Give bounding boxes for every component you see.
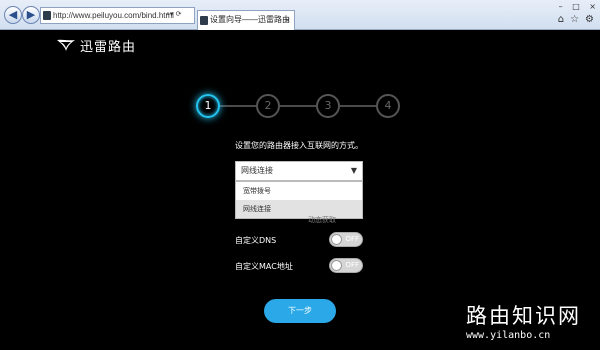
toggle-state: OFF	[345, 235, 359, 243]
back-arrow-icon[interactable]: ◀	[4, 6, 22, 24]
next-step-button[interactable]: 下一步	[264, 299, 336, 323]
minimize-icon[interactable]: –	[559, 2, 563, 11]
step-connector	[340, 105, 376, 107]
select-value: 网线连接	[241, 166, 273, 175]
wizard-steps: 1 2 3 4	[196, 94, 406, 118]
custom-dns-toggle[interactable]: OFF	[329, 232, 363, 247]
dropdown-arrow-icon[interactable]: ▼	[351, 162, 357, 180]
watermark-url: www.yilanbo.cn	[466, 330, 551, 341]
address-tools[interactable]: ⌕▾ ⟳	[166, 7, 182, 22]
option-cable[interactable]: 网线连接	[236, 200, 362, 218]
close-window-icon[interactable]: ×	[589, 2, 596, 11]
step-connector	[280, 105, 316, 107]
tab-title: 设置向导——迅雷路由	[210, 15, 290, 24]
gear-icon[interactable]: ⚙	[585, 14, 594, 25]
step-connector	[220, 105, 256, 107]
toggle-knob	[331, 260, 342, 271]
custom-mac-label: 自定义MAC地址	[235, 262, 293, 271]
toolbar-icons: ⌂ ☆ ⚙	[552, 14, 594, 25]
maximize-icon[interactable]: □	[572, 2, 580, 11]
address-url: http://www.peiluyou.com/bind.html	[53, 11, 174, 20]
star-icon[interactable]: ☆	[570, 14, 579, 25]
connection-type-select[interactable]: 网线连接 ▼	[235, 161, 363, 181]
toggle-state: OFF	[345, 261, 359, 269]
tab-favicon-icon	[200, 16, 208, 25]
browser-tab[interactable]: 设置向导——迅雷路由 ×	[197, 10, 295, 30]
browser-chrome: ◀ ▶ http://www.peiluyou.com/bind.html ⌕▾…	[0, 0, 600, 30]
instruction-text: 设置您的路由器接入互联网的方式。	[235, 141, 363, 150]
connection-type-dropdown: 宽带拨号 网线连接	[235, 181, 363, 219]
toggle-knob	[331, 234, 342, 245]
step-1: 1	[196, 94, 220, 118]
custom-mac-toggle[interactable]: OFF	[329, 258, 363, 273]
partially-hidden-text: 动态获取	[308, 216, 336, 224]
brand-name: 迅雷路由	[80, 39, 137, 55]
home-icon[interactable]: ⌂	[558, 14, 564, 25]
tab-close-icon[interactable]: ×	[285, 11, 290, 29]
option-pppoe[interactable]: 宽带拨号	[236, 182, 362, 200]
window-controls: – □ ×	[552, 2, 596, 11]
thunder-bird-icon	[57, 39, 75, 51]
custom-dns-label: 自定义DNS	[235, 236, 277, 245]
step-4: 4	[376, 94, 400, 118]
site-favicon-icon	[43, 11, 51, 20]
watermark-title: 路由知识网	[466, 304, 581, 328]
step-2: 2	[256, 94, 280, 118]
step-3: 3	[316, 94, 340, 118]
forward-arrow-icon[interactable]: ▶	[22, 6, 40, 24]
brand-logo: 迅雷路由	[56, 36, 137, 55]
